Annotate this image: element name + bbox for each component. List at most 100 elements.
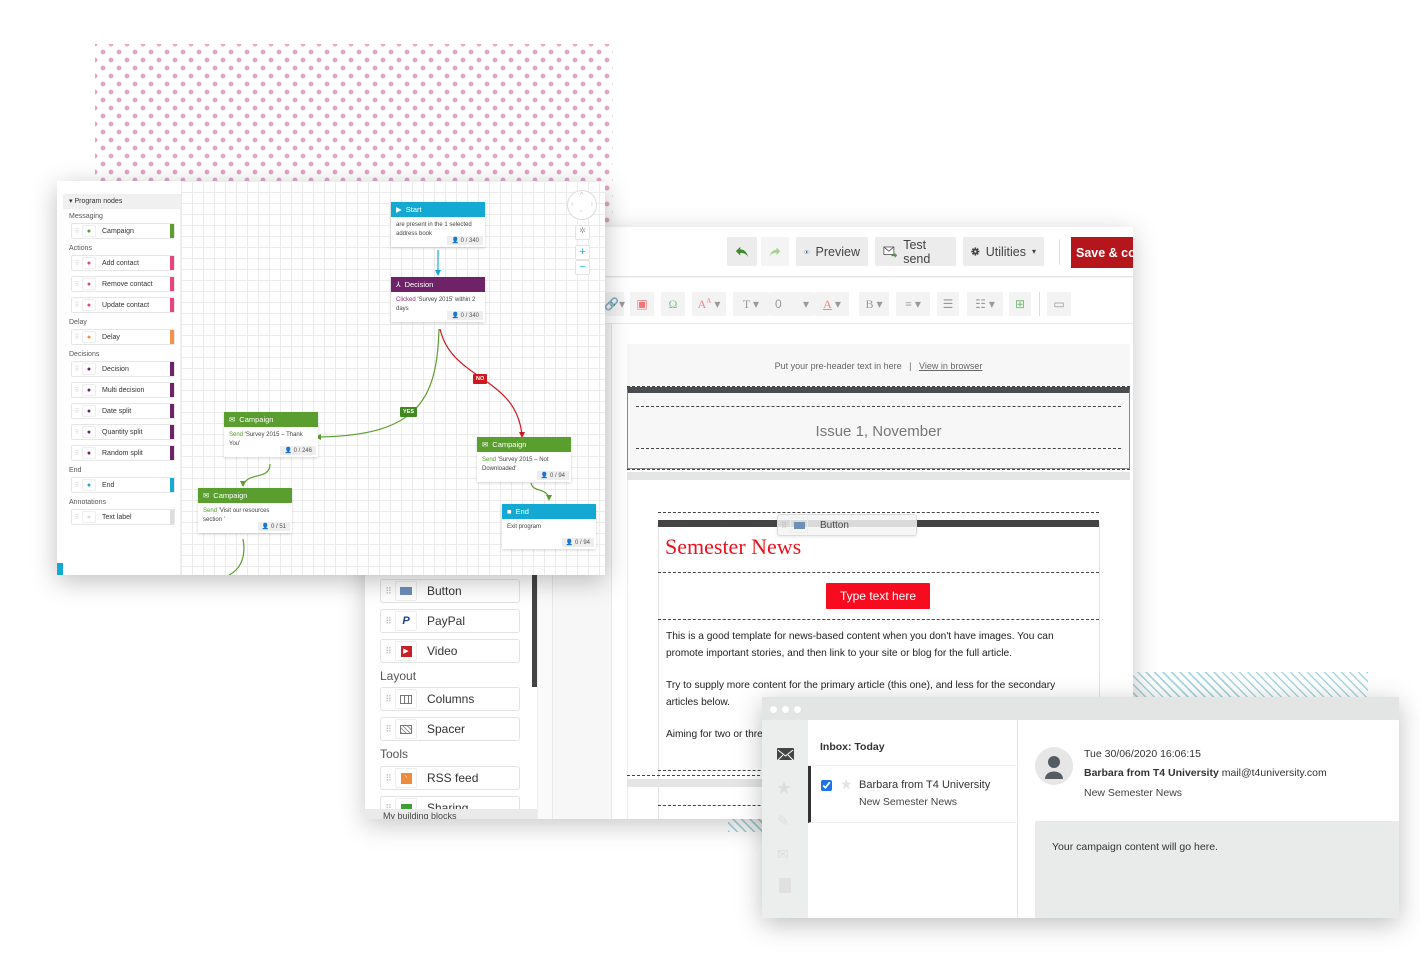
block-paypal[interactable]: ⠿ P PayPal bbox=[380, 609, 520, 633]
pan-left-icon[interactable]: ‹ bbox=[571, 201, 573, 208]
paragraph-1[interactable]: This is a good template for news-based c… bbox=[666, 629, 1086, 662]
connector-yes bbox=[316, 328, 440, 438]
eye-icon bbox=[804, 249, 810, 254]
section-divider bbox=[658, 572, 1099, 573]
drafts-pencil-icon[interactable]: ✎ bbox=[777, 812, 790, 830]
list-dropdown[interactable]: ☷ ▾ bbox=[967, 292, 1003, 316]
link-button[interactable]: 🔗▾ bbox=[604, 292, 625, 316]
crosshair-icon: ✲ bbox=[579, 226, 586, 235]
node-campaign-not-downloaded[interactable]: ✉ Campaign Send 'Survey 2015 – Not Downlo… bbox=[477, 437, 571, 482]
undo-button[interactable] bbox=[727, 237, 757, 266]
node-count: 👤 0 / 340 bbox=[447, 311, 483, 320]
font-style-dropdown[interactable]: T ▾ bbox=[733, 292, 769, 316]
video-icon: ▶ bbox=[395, 641, 417, 661]
node-campaign-resources[interactable]: ✉ Campaign Send 'Visit our resources sect… bbox=[198, 488, 292, 533]
block-rss-feed[interactable]: ⠿ ◝ RSS feed bbox=[380, 766, 520, 790]
test-send-icon bbox=[883, 246, 898, 258]
window-titlebar bbox=[762, 697, 1399, 720]
align-dropdown[interactable]: ≡ ▾ bbox=[896, 292, 930, 316]
arrow-head bbox=[546, 495, 552, 501]
pan-down-icon[interactable]: ˇ bbox=[580, 211, 582, 218]
section-divider bbox=[636, 406, 1121, 407]
center-button[interactable]: ✲ bbox=[575, 225, 590, 240]
node-end[interactable]: ■ End Exit program 👤 0 / 94 bbox=[502, 504, 596, 549]
contacts-icon: 👤 bbox=[451, 313, 459, 319]
star-icon[interactable]: ★ bbox=[840, 776, 853, 793]
envelope-icon: ✉ bbox=[203, 491, 210, 500]
test-send-button[interactable]: Test send bbox=[875, 237, 956, 266]
special-char-button[interactable]: Ω bbox=[661, 292, 685, 316]
insert-table-button[interactable]: ⊞ bbox=[1009, 292, 1031, 316]
section-divider bbox=[658, 619, 1099, 620]
rss-icon: ◝ bbox=[395, 768, 417, 788]
sent-icon[interactable]: ✉ bbox=[777, 846, 789, 863]
source-code-button[interactable]: ▭ bbox=[1047, 292, 1071, 316]
preview-button[interactable]: Preview bbox=[796, 237, 868, 266]
font-family-dropdown[interactable]: AA ▾ bbox=[692, 292, 726, 316]
gear-icon bbox=[971, 247, 980, 256]
contacts-icon: 👤 bbox=[261, 524, 270, 530]
connector-campaign-resources bbox=[242, 463, 271, 487]
line-height-button[interactable]: ☰ bbox=[937, 292, 959, 316]
node-count: 👤 0 / 94 bbox=[561, 538, 594, 547]
inbox-icon[interactable] bbox=[777, 748, 794, 761]
node-count: 👤 0 / 94 bbox=[536, 471, 569, 480]
message-reader: Tue 30/06/2020 16:06:15 Barbara from T4 … bbox=[1018, 720, 1399, 918]
starred-icon[interactable]: ★ bbox=[776, 778, 792, 799]
newsletter-title[interactable]: Semester News bbox=[665, 534, 801, 560]
inbox-preview-window: ★ ✎ ✉ Inbox: Today ★ Barbara from T4 Uni… bbox=[762, 697, 1399, 918]
inbox-header: Inbox: Today bbox=[820, 741, 885, 753]
contacts-icon: 👤 bbox=[284, 448, 292, 454]
message-checkbox[interactable] bbox=[821, 780, 832, 791]
block-columns[interactable]: ⠿ Columns bbox=[380, 687, 520, 711]
yes-branch-label: YES bbox=[400, 407, 418, 417]
cta-button[interactable]: Type text here bbox=[826, 583, 930, 609]
pan-control[interactable]: ^ ‹ › ˇ bbox=[567, 190, 597, 220]
connector-campaign-end bbox=[530, 482, 550, 500]
section-divider bbox=[636, 448, 1121, 449]
personalize-button[interactable]: ▣ bbox=[630, 292, 654, 316]
message-from: Barbara from T4 University mail@t4univer… bbox=[1084, 767, 1327, 779]
issue-label: Issue 1, November bbox=[815, 423, 942, 440]
window-dot bbox=[794, 706, 801, 713]
node-count: 👤 0 / 246 bbox=[280, 446, 316, 455]
pan-right-icon[interactable]: › bbox=[591, 201, 593, 208]
preheader-row: Put your pre-header text in here | View … bbox=[627, 344, 1130, 388]
utilities-dropdown[interactable]: Utilities ▾ bbox=[963, 237, 1044, 266]
message-subject: New Semester News bbox=[859, 796, 958, 808]
format-divider bbox=[1039, 292, 1040, 316]
block-video[interactable]: ⠿ ▶ Video bbox=[380, 639, 520, 663]
connector-continue bbox=[228, 538, 245, 575]
text-color-dropdown[interactable]: A ▾ bbox=[815, 292, 849, 316]
node-campaign-thank-you[interactable]: ✉ Campaign Send 'Survey 2015 – Thank You'… bbox=[224, 412, 318, 457]
undo-icon bbox=[735, 246, 749, 257]
message-sender: Barbara from T4 University bbox=[859, 779, 991, 791]
format-toolbar: 🔗▾ ▣ Ω AA ▾ T ▾ 0 ▾ A ▾ B ▾ ≡ ▾ ☰ ☷ ▾ ⊞ ▭ bbox=[595, 278, 1133, 324]
save-continue-button[interactable]: Save & continue bbox=[1071, 237, 1133, 268]
section-divider bbox=[658, 512, 1099, 513]
trash-icon[interactable] bbox=[779, 878, 791, 893]
paypal-icon: P bbox=[395, 611, 417, 631]
redo-button[interactable] bbox=[761, 237, 789, 266]
message-list-item[interactable]: ★ Barbara from T4 University New Semeste… bbox=[808, 766, 1018, 823]
view-in-browser-link[interactable]: View in browser bbox=[919, 361, 982, 371]
font-size-dropdown[interactable]: 0 ▾ bbox=[769, 292, 815, 316]
redo-icon bbox=[769, 247, 781, 256]
message-subject-line: New Semester News bbox=[1084, 787, 1183, 799]
block-button[interactable]: ⠿ Button bbox=[380, 579, 520, 603]
zoom-out-button[interactable]: − bbox=[575, 260, 590, 275]
contacts-icon: 👤 bbox=[565, 540, 574, 546]
node-start[interactable]: ▶ Start are present in the 1 selected add… bbox=[391, 202, 485, 247]
dragged-block-button[interactable]: ⠿ Button bbox=[777, 514, 917, 536]
button-block-icon bbox=[790, 517, 808, 533]
my-building-blocks-toggle[interactable]: My building blocks bbox=[365, 809, 537, 819]
layout-section-label: Layout bbox=[380, 669, 417, 683]
node-decision[interactable]: ⅄ Decision Clicked 'Survey 2015' within 2… bbox=[391, 277, 485, 322]
bold-dropdown[interactable]: B ▾ bbox=[859, 292, 889, 316]
spacer-icon bbox=[395, 719, 417, 739]
pan-up-icon[interactable]: ^ bbox=[580, 192, 583, 199]
columns-icon bbox=[395, 689, 417, 709]
zoom-in-button[interactable]: + bbox=[575, 245, 590, 260]
issue-header-block[interactable]: Issue 1, November bbox=[627, 387, 1130, 469]
block-spacer[interactable]: ⠿ Spacer bbox=[380, 717, 520, 741]
